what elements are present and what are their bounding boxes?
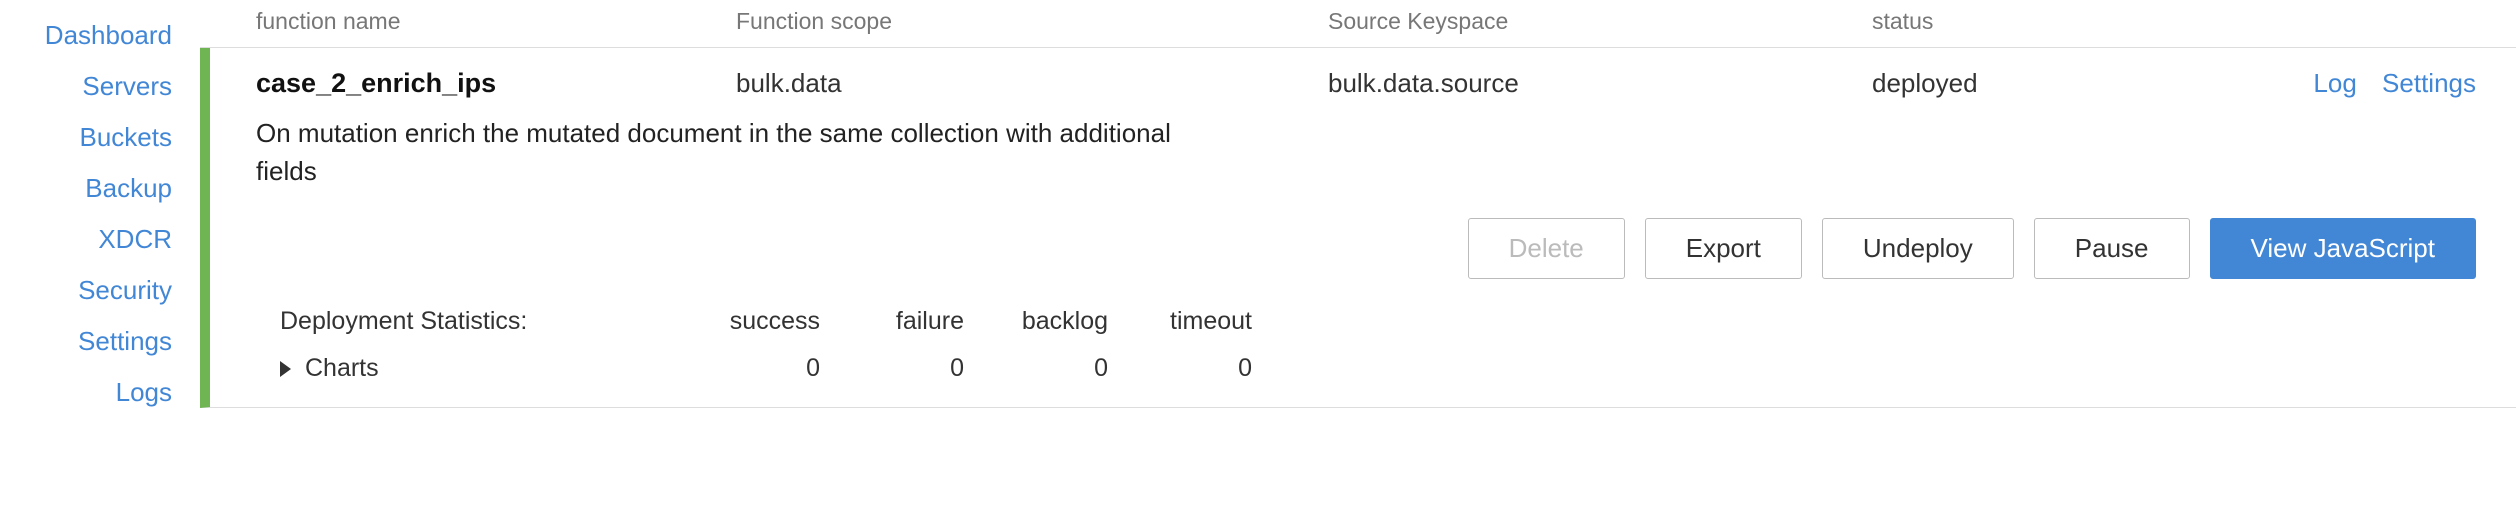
main-content: function name Function scope Source Keys… — [200, 0, 2516, 418]
function-description: On mutation enrich the mutated document … — [256, 115, 1176, 190]
sidebar-item-servers[interactable]: Servers — [0, 61, 200, 112]
view-javascript-button[interactable]: View JavaScript — [2210, 218, 2477, 279]
stats-col-timeout: timeout — [1128, 307, 1272, 336]
function-name: case_2_enrich_ips — [256, 68, 736, 99]
sidebar-item-buckets[interactable]: Buckets — [0, 112, 200, 163]
stats-row: Charts 0 0 0 0 — [256, 354, 2516, 383]
header-status: status — [1872, 8, 2096, 35]
sidebar-item-security[interactable]: Security — [0, 265, 200, 316]
function-status: deployed — [1872, 68, 2096, 99]
delete-button: Delete — [1468, 218, 1625, 279]
charts-toggle[interactable]: Charts — [256, 354, 696, 383]
pause-button[interactable]: Pause — [2034, 218, 2190, 279]
stats-header: Deployment Statistics: success failure b… — [256, 307, 2516, 336]
header-source-keyspace: Source Keyspace — [1328, 8, 1872, 35]
export-button[interactable]: Export — [1645, 218, 1802, 279]
sidebar-item-logs[interactable]: Logs — [0, 367, 200, 418]
sidebar-item-settings[interactable]: Settings — [0, 316, 200, 367]
stats-col-backlog: backlog — [984, 307, 1128, 336]
header-actions — [2096, 8, 2516, 35]
button-row: Delete Export Undeploy Pause View JavaSc… — [256, 218, 2516, 279]
stats-value-backlog: 0 — [984, 354, 1128, 383]
header-function-scope: Function scope — [736, 8, 1328, 35]
settings-link[interactable]: Settings — [2382, 68, 2476, 98]
sidebar: Dashboard Servers Buckets Backup XDCR Se… — [0, 0, 200, 418]
stats-value-failure: 0 — [840, 354, 984, 383]
stats-col-failure: failure — [840, 307, 984, 336]
log-link[interactable]: Log — [2313, 68, 2356, 98]
charts-label: Charts — [305, 354, 379, 383]
stats-value-success: 0 — [696, 354, 840, 383]
header-function-name: function name — [256, 8, 736, 35]
stats-value-timeout: 0 — [1128, 354, 1272, 383]
function-scope: bulk.data — [736, 68, 1328, 99]
stats-title: Deployment Statistics: — [256, 307, 696, 336]
stats-col-success: success — [696, 307, 840, 336]
sidebar-item-backup[interactable]: Backup — [0, 163, 200, 214]
table-header: function name Function scope Source Keys… — [200, 4, 2516, 48]
function-source: bulk.data.source — [1328, 68, 1872, 99]
sidebar-item-dashboard[interactable]: Dashboard — [0, 10, 200, 61]
function-summary: case_2_enrich_ips bulk.data bulk.data.so… — [256, 68, 2516, 99]
function-links: Log Settings — [2096, 68, 2516, 99]
sidebar-item-xdcr[interactable]: XDCR — [0, 214, 200, 265]
undeploy-button[interactable]: Undeploy — [1822, 218, 2014, 279]
caret-right-icon — [280, 361, 291, 377]
function-row[interactable]: case_2_enrich_ips bulk.data bulk.data.so… — [200, 48, 2516, 408]
